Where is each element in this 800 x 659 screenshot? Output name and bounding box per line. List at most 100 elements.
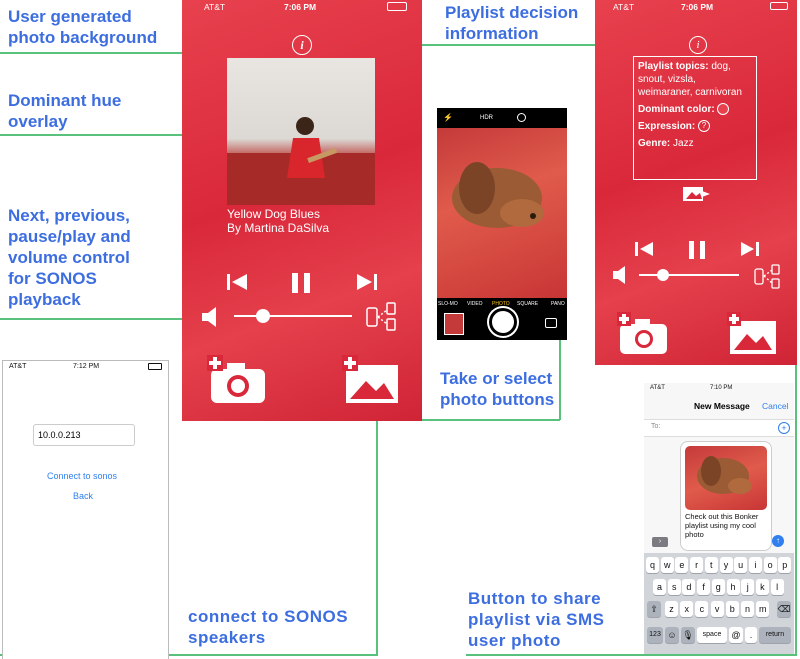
ip-address-input[interactable]: 10.0.0.213 xyxy=(33,424,135,446)
mode-square[interactable]: SQUARE xyxy=(517,301,538,307)
key-w[interactable]: w xyxy=(660,557,674,573)
key-o[interactable]: o xyxy=(763,557,777,573)
to-field[interactable]: To: + xyxy=(644,419,794,437)
flash-icon[interactable]: ⚡ xyxy=(443,113,453,122)
share-icon[interactable] xyxy=(683,185,711,203)
numbers-key[interactable]: 123 xyxy=(647,627,663,643)
emoji-key[interactable]: ☺ xyxy=(665,627,679,643)
key-q[interactable]: q xyxy=(646,557,659,573)
volume-knob[interactable] xyxy=(256,309,270,323)
connect-to-sonos-button[interactable]: Connect to sonos xyxy=(47,471,117,481)
volume-icon xyxy=(613,266,625,284)
next-icon[interactable] xyxy=(741,240,759,258)
pause-icon[interactable] xyxy=(687,240,707,260)
period-key[interactable]: . xyxy=(745,627,757,643)
shutter-button[interactable] xyxy=(489,308,517,336)
key-g[interactable]: g xyxy=(711,579,725,595)
genre-value: Jazz xyxy=(673,138,694,149)
key-b[interactable]: b xyxy=(725,601,739,617)
key-z[interactable]: z xyxy=(665,601,678,617)
key-s[interactable]: s xyxy=(667,579,681,595)
info-button[interactable]: i xyxy=(689,36,707,54)
sms-title: New Message xyxy=(694,401,750,411)
shift-key[interactable]: ⇧ xyxy=(647,601,661,617)
camera-icon[interactable] xyxy=(617,312,669,356)
to-label: To: xyxy=(651,423,661,430)
carrier-text: AT&T xyxy=(650,385,665,391)
dog-photo-icon xyxy=(697,456,752,494)
carrier-text: AT&T xyxy=(9,363,27,370)
mode-slomo[interactable]: SLO-MO xyxy=(438,301,458,307)
key-v[interactable]: v xyxy=(710,601,724,617)
connector-line xyxy=(0,134,185,136)
key-r[interactable]: r xyxy=(690,557,704,573)
flip-camera-icon[interactable] xyxy=(545,318,557,328)
carrier-text: AT&T xyxy=(613,2,635,12)
hdr-label[interactable]: HDR xyxy=(480,115,493,121)
message-text: Check out this Bonker playlist using my … xyxy=(685,512,759,539)
camera-icon[interactable] xyxy=(207,355,267,405)
mode-video[interactable]: VIDEO xyxy=(467,301,483,307)
key-h[interactable]: h xyxy=(726,579,740,595)
info-button[interactable]: i xyxy=(292,35,312,55)
playlist-info-panel: Playlist topics: dog, snout, vizsla, wei… xyxy=(633,56,757,180)
volume-slider[interactable] xyxy=(639,269,739,281)
time-text: 7:12 PM xyxy=(73,363,100,370)
key-y[interactable]: y xyxy=(719,557,733,573)
cancel-button[interactable]: Cancel xyxy=(762,401,788,411)
photo-thumbnail[interactable] xyxy=(444,313,464,335)
mode-pano[interactable]: PANO xyxy=(551,301,565,307)
expand-apps-button[interactable]: › xyxy=(652,537,668,547)
previous-icon[interactable] xyxy=(635,240,653,258)
camera-screen: ⚡ HDR SLO-MO VIDEO PHOTO SQUARE PANO xyxy=(437,108,567,340)
key-j[interactable]: j xyxy=(741,579,755,595)
main-player-screen: AT&T 7:06 PM i Yellow Dog Blues By Marti… xyxy=(182,0,422,421)
mode-photo[interactable]: PHOTO xyxy=(492,301,510,307)
status-bar: AT&T 7:12 PM xyxy=(3,361,168,375)
key-a[interactable]: a xyxy=(653,579,666,595)
key-d[interactable]: d xyxy=(682,579,696,595)
return-key[interactable]: return xyxy=(759,627,791,643)
key-p[interactable]: p xyxy=(778,557,792,573)
time-text: 7:10 PM xyxy=(710,385,733,391)
key-c[interactable]: c xyxy=(695,601,709,617)
previous-icon[interactable] xyxy=(227,272,247,292)
battery-icon xyxy=(387,2,407,11)
label-playback-controls: Next, previous, pause/play and volume co… xyxy=(8,206,131,309)
key-u[interactable]: u xyxy=(734,557,748,573)
timer-icon[interactable] xyxy=(517,113,526,122)
delete-key[interactable]: ⌫ xyxy=(777,601,791,617)
question-icon: ? xyxy=(698,120,711,133)
genre-label: Genre: xyxy=(638,138,671,149)
connector-line xyxy=(0,318,185,320)
key-i[interactable]: i xyxy=(748,557,762,573)
next-icon[interactable] xyxy=(357,272,377,292)
key-f[interactable]: f xyxy=(697,579,711,595)
genre-row: Genre: Jazz xyxy=(638,137,752,150)
back-button[interactable]: Back xyxy=(73,491,93,501)
key-t[interactable]: t xyxy=(704,557,718,573)
volume-knob[interactable] xyxy=(657,269,669,281)
photo-library-icon[interactable] xyxy=(342,355,402,405)
volume-slider[interactable] xyxy=(234,309,352,323)
photo-library-icon[interactable] xyxy=(727,312,779,356)
label-take-select: Take or select photo buttons xyxy=(440,369,555,409)
key-e[interactable]: e xyxy=(675,557,689,573)
space-key[interactable]: space xyxy=(697,627,727,643)
sonos-connect-icon[interactable] xyxy=(753,264,787,290)
label-connect-sonos: connect to SONOS speakers xyxy=(188,607,349,647)
add-contact-icon[interactable]: + xyxy=(778,422,790,434)
sonos-connect-icon[interactable] xyxy=(365,302,405,332)
pause-icon[interactable] xyxy=(290,272,312,294)
key-n[interactable]: n xyxy=(741,601,754,617)
key-k[interactable]: k xyxy=(755,579,769,595)
keyboard: qwertyuiop asdfghjkl zxcvbnm ⇧ ⌫ 123 ☺ 🎙… xyxy=(644,553,794,654)
status-bar: AT&T 7:10 PM xyxy=(644,383,794,397)
volume-icon xyxy=(202,307,216,327)
at-key[interactable]: @ xyxy=(729,627,743,643)
key-m[interactable]: m xyxy=(756,601,770,617)
dictation-key[interactable]: 🎙 xyxy=(681,627,695,643)
send-button[interactable]: ↑ xyxy=(772,535,784,547)
key-x[interactable]: x xyxy=(680,601,694,617)
key-l[interactable]: l xyxy=(770,579,784,595)
